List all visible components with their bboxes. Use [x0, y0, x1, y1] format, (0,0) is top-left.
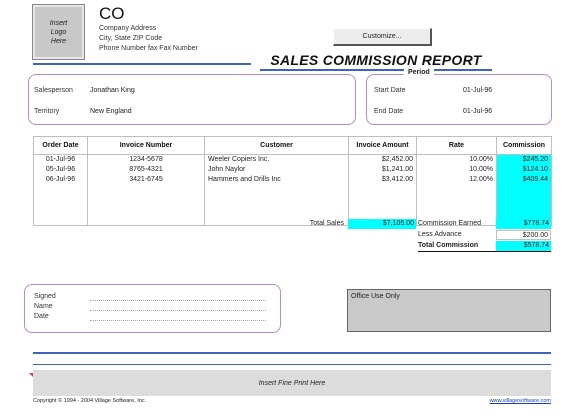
website-link[interactable]: www.villagesoftware.com [450, 398, 551, 404]
empty-cell[interactable] [33, 185, 88, 226]
start-date-label: Start Date [374, 87, 406, 94]
total-sales-value: $7,105.00 [348, 219, 416, 229]
period-panel [366, 74, 552, 125]
office-use-box[interactable]: Office Use Only [347, 289, 551, 332]
logo-line-2: Logo [50, 28, 67, 36]
copyright-text: Copyright © 1994 - 2004 Village Software… [33, 398, 147, 404]
invoice-amount-cell[interactable]: $1,241.00 [348, 165, 417, 175]
rate-cell[interactable]: 12.00% [416, 175, 497, 185]
logo-placeholder[interactable]: Insert Logo Here [32, 4, 85, 60]
header-customer: Customer [204, 136, 349, 155]
customer-cell[interactable]: John Naylor [204, 165, 349, 175]
office-use-label: Office Use Only [351, 293, 400, 300]
less-advance-value[interactable]: $200.00 [496, 230, 551, 240]
end-date-label: End Date [374, 108, 404, 115]
footer-rule-bottom [33, 364, 551, 365]
customize-button[interactable]: Customize... [333, 28, 432, 46]
fine-print-area[interactable]: Insert Fine Print Here [33, 370, 551, 396]
total-sales-label: Total Sales [309, 220, 344, 227]
company-name[interactable]: CO [99, 4, 125, 23]
commission-cell: $245.20 [496, 154, 552, 165]
customer-cell[interactable]: Weeler Copiers Inc. [204, 154, 349, 165]
total-commission-underline [418, 251, 551, 252]
table-header-row: Order Date Invoice Number Customer Invoi… [33, 136, 552, 155]
rate-cell[interactable]: 10.00% [416, 154, 497, 165]
salesperson-label: Salesperson [34, 87, 73, 94]
company-city-state-zip[interactable]: City, State ZIP Code [99, 34, 162, 43]
less-advance-label: Less Advance [418, 231, 462, 238]
customer-cell[interactable]: Hammers and Drills Inc [204, 175, 349, 185]
date-label: Date [34, 313, 49, 320]
total-commission-value: $578.74 [496, 241, 551, 251]
table-row: 06-Jul-96 3421-6745 Hammers and Drills I… [33, 175, 552, 185]
header-invoice-number: Invoice Number [87, 136, 205, 155]
territory-value[interactable]: New England [90, 107, 132, 116]
header-commission: Commission [496, 136, 552, 155]
table-row: 01-Jul-96 1234-5678 Weeler Copiers Inc. … [33, 154, 552, 165]
header-invoice-amount: Invoice Amount [348, 136, 417, 155]
period-heading: Period [404, 69, 434, 76]
invoice-amount-cell[interactable]: $3,412.00 [348, 175, 417, 185]
report-title: SALES COMMISSION REPORT [270, 52, 482, 68]
header-order-date: Order Date [33, 136, 88, 155]
end-date-value[interactable]: 01-Jul-96 [463, 107, 492, 116]
name-label: Name [34, 303, 53, 310]
order-date-cell[interactable]: 05-Jul-96 [33, 165, 88, 175]
logo-line-3: Here [50, 37, 67, 45]
header-rule-left [33, 63, 251, 65]
empty-cell[interactable] [87, 185, 205, 226]
invoice-number-cell[interactable]: 1234-5678 [87, 154, 205, 165]
commission-cell: $124.10 [496, 165, 552, 175]
commission-cell: $409.44 [496, 175, 552, 185]
header-rate: Rate [416, 136, 497, 155]
name-line[interactable] [90, 310, 266, 311]
commission-earned-value: $778.74 [496, 219, 551, 229]
signed-line[interactable] [90, 300, 266, 301]
company-phone-fax[interactable]: Phone Number fax Fax Number [99, 44, 198, 53]
order-date-cell[interactable]: 06-Jul-96 [33, 175, 88, 185]
invoice-number-cell[interactable]: 3421-6745 [87, 175, 205, 185]
signed-label: Signed [34, 293, 56, 300]
logo-line-1: Insert [49, 19, 68, 27]
order-date-cell[interactable]: 01-Jul-96 [33, 154, 88, 165]
invoice-number-cell[interactable]: 8765-4321 [87, 165, 205, 175]
salesperson-panel [28, 74, 356, 125]
commission-table: Order Date Invoice Number Customer Invoi… [33, 136, 552, 226]
invoice-amount-cell[interactable]: $2,452.00 [348, 154, 417, 165]
total-commission-label: Total Commission [418, 242, 479, 249]
territory-label: Territory [34, 108, 60, 115]
title-underline [260, 69, 492, 71]
company-address[interactable]: Company Address [99, 24, 156, 33]
start-date-value[interactable]: 01-Jul-96 [463, 86, 492, 95]
commission-earned-label: Commission Earned [418, 220, 482, 227]
salesperson-value[interactable]: Jonathan King [90, 86, 135, 95]
date-line[interactable] [90, 320, 266, 321]
rate-cell[interactable]: 10.00% [416, 165, 497, 175]
signature-panel [24, 284, 281, 333]
footer-rule-top [33, 352, 551, 354]
table-row: 05-Jul-96 8765-4321 John Naylor $1,241.0… [33, 165, 552, 175]
